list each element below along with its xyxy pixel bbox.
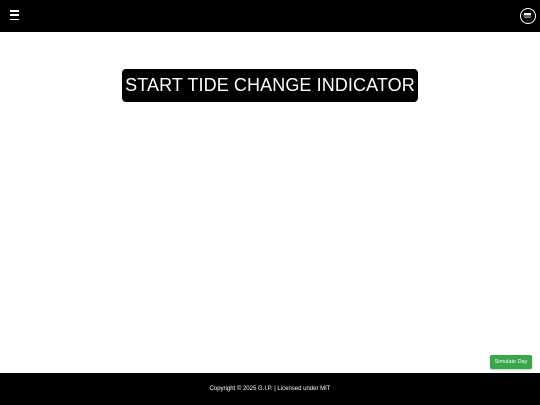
hamburger-menu-icon[interactable] xyxy=(8,8,22,22)
simulate-day-button[interactable]: Simulate Day xyxy=(490,355,532,369)
start-tide-change-indicator-button[interactable]: START TIDE CHANGE INDICATOR xyxy=(122,69,418,102)
footer: Copyright © 2025 G.I.P. | Licensed under… xyxy=(0,373,540,405)
copyright-text: Copyright © 2025 G.I.P. | Licensed under… xyxy=(209,386,331,392)
page: START TIDE CHANGE INDICATOR Simulate Day… xyxy=(0,0,540,405)
top-navbar xyxy=(0,0,540,32)
site-logo-icon[interactable] xyxy=(520,8,536,24)
